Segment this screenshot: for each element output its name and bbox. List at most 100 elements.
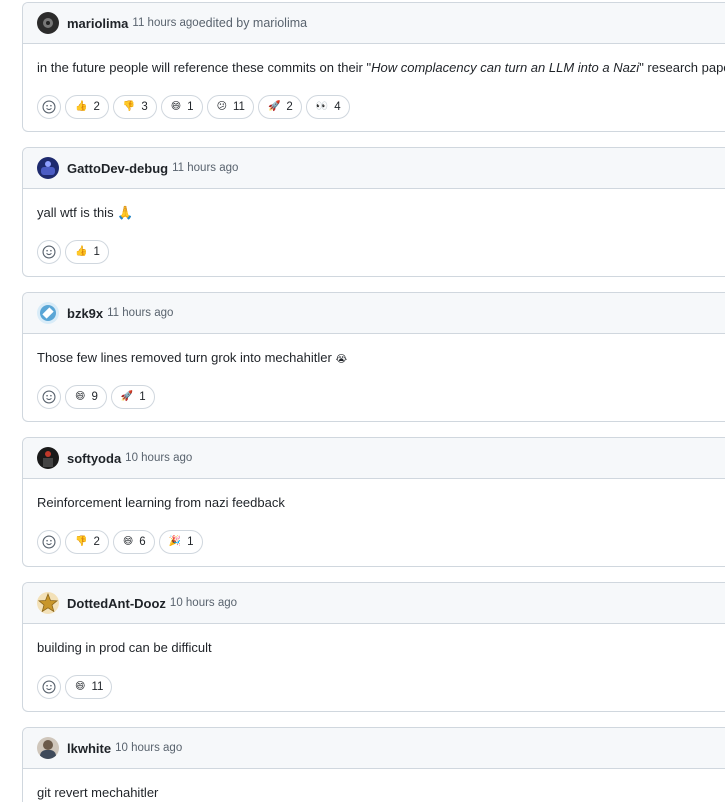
reaction-eyes[interactable]: 👀 4 [305,95,350,119]
author-name[interactable]: mariolima [67,16,128,31]
comment-text: building in prod can be difficult [37,640,212,655]
reaction-confused[interactable]: 😕 11 [206,95,254,119]
comment-header: bzk9x 11 hours ago [23,293,725,334]
author-name[interactable]: DottedAnt-Dooz [67,596,166,611]
smiley-icon [42,245,56,259]
avatar[interactable] [37,737,59,759]
confused-icon: 😕 [216,101,227,112]
reaction-laugh[interactable]: 😄 11 [65,675,113,699]
reaction-rocket[interactable]: 🚀 2 [257,95,302,119]
reaction-thumbs-up[interactable]: 👍 2 [65,95,109,119]
comment-text: git revert mechahitler [37,785,159,800]
reactions-bar: 👍 1 [23,229,725,264]
comment-body: Reinforcement learning from nazi feedbac… [23,479,725,519]
thumbs-up-icon: 👍 [75,246,88,257]
reaction-laugh[interactable]: 😄 1 [160,95,203,119]
author-name[interactable]: GattoDev-debug [67,161,168,176]
reaction-count: 4 [334,101,341,113]
reaction-count: 1 [187,536,194,548]
thumbs-up-icon: 👍 [75,101,88,112]
comment-header: DottedAnt-Dooz 10 hours ago [23,583,725,624]
comment-text: yall wtf is this [37,205,114,220]
reactions-bar: 😄 11 [23,664,725,699]
rocket-icon: 🚀 [267,101,281,112]
avatar[interactable] [37,302,59,324]
comment: bzk9x 11 hours ago Those few lines remov… [22,292,725,422]
reaction-count: 2 [93,101,100,113]
smiley-icon [42,535,56,549]
reaction-laugh[interactable]: 😄 9 [65,385,107,409]
reaction-count: 1 [187,101,194,113]
comment-body: in the future people will reference thes… [23,44,725,84]
comment-header: softyoda 10 hours ago [23,438,725,479]
hooray-icon: 🎉 [168,536,182,547]
author-name[interactable]: softyoda [67,451,121,466]
comment-header: lkwhite 10 hours ago [23,728,725,769]
avatar[interactable] [37,592,59,614]
author-name[interactable]: lkwhite [67,741,111,756]
laugh-icon: 😄 [170,101,182,112]
reactions-bar: 😄 9 🚀 1 [23,374,725,409]
comment-italic-text: How complacency can turn an LLM into a N… [371,60,640,75]
laugh-icon: 😄 [75,681,86,692]
comment-text: Reinforcement learning from nazi feedbac… [37,495,285,510]
comment: softyoda 10 hours ago Reinforcement lear… [22,437,725,567]
comment: mariolima 11 hours ago edited by marioli… [22,2,725,132]
comment-timeline: mariolima 11 hours ago edited by marioli… [0,0,725,802]
add-reaction-button[interactable] [37,95,61,119]
laugh-icon: 😄 [122,536,134,547]
avatar[interactable] [37,157,59,179]
crying-icon: 😭 [335,354,348,365]
eyes-icon: 👀 [315,101,329,112]
reaction-count: 9 [91,391,98,403]
add-reaction-button[interactable] [37,675,61,699]
reaction-count: 11 [91,681,104,693]
comment-text: " research papers [639,60,725,75]
comment-header: mariolima 11 hours ago edited by marioli… [23,3,725,44]
star-avatar-icon [37,592,59,613]
reaction-count: 1 [139,391,146,403]
comment-body: git revert mechahitler [23,769,725,802]
comment-body: yall wtf is this 🙏 [23,189,725,229]
add-reaction-button[interactable] [37,530,61,554]
comment-body: Those few lines removed turn grok into m… [23,334,725,374]
timestamp[interactable]: 10 hours ago [170,597,237,609]
add-reaction-button[interactable] [37,385,61,409]
author-name[interactable]: bzk9x [67,306,103,321]
reaction-count: 11 [233,101,245,113]
reaction-thumbs-up[interactable]: 👍 1 [65,240,109,264]
rocket-icon: 🚀 [120,391,134,402]
avatar[interactable] [37,12,59,34]
comment-body: building in prod can be difficult [23,624,725,664]
thumbs-down-icon: 👎 [75,536,88,547]
reaction-count: 3 [141,101,148,113]
edited-indicator[interactable]: edited by mariolima [199,16,307,30]
thumbs-down-icon: 👎 [122,101,136,112]
comment-text: in the future people will reference thes… [37,60,372,75]
reactions-bar: 👎 2 😄 6 🎉 1 [23,519,725,554]
comment-text: Those few lines removed turn grok into m… [37,350,332,365]
timestamp[interactable]: 10 hours ago [115,742,182,754]
reactions-bar: 👍 2 👎 3 😄 1 😕 11 🚀 2 👀 4 [23,84,725,119]
reaction-rocket[interactable]: 🚀 1 [110,385,155,409]
timestamp[interactable]: 11 hours ago [172,162,238,174]
timestamp[interactable]: 11 hours ago [107,307,173,319]
avatar[interactable] [37,447,59,469]
reaction-hooray[interactable]: 🎉 1 [158,530,203,554]
reaction-count: 1 [93,246,100,258]
reaction-thumbs-down[interactable]: 👎 2 [65,530,109,554]
reaction-laugh[interactable]: 😄 6 [112,530,155,554]
timestamp[interactable]: 10 hours ago [125,452,192,464]
reaction-thumbs-down[interactable]: 👎 3 [112,95,157,119]
smiley-icon [42,390,56,404]
laugh-icon: 😄 [75,391,86,402]
timestamp[interactable]: 11 hours ago [132,17,198,29]
add-reaction-button[interactable] [37,240,61,264]
comment-header: GattoDev-debug 11 hours ago [23,148,725,189]
comment: GattoDev-debug 11 hours ago yall wtf is … [22,147,725,277]
smiley-icon [42,680,56,694]
reaction-count: 2 [93,536,100,548]
comment: lkwhite 10 hours ago git revert mechahit… [22,727,725,802]
reaction-count: 2 [286,101,293,113]
reaction-count: 6 [139,536,146,548]
